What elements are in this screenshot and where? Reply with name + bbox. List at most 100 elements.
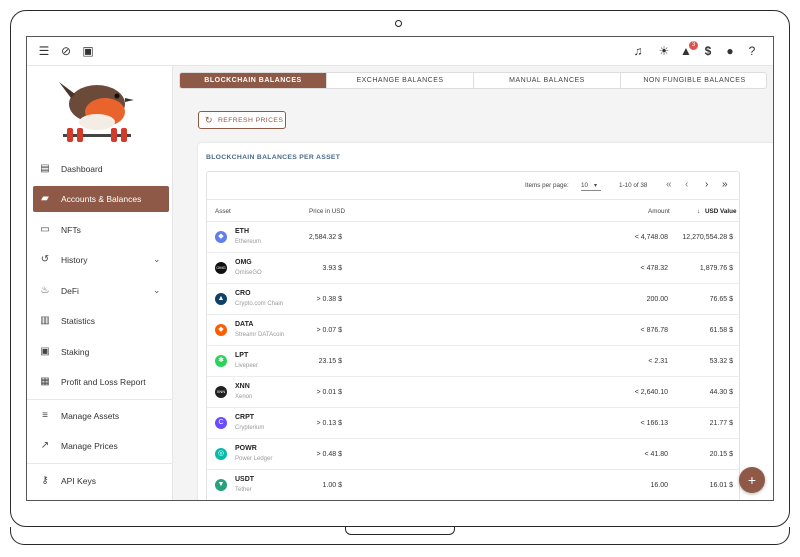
table-header: Asset Price in USD Amount ↓ USD Value (207, 200, 739, 222)
table-row[interactable]: ▼ USDT Tether 1.00 $ 16.00 16.01 $ (207, 470, 739, 500)
tab-manual-balances[interactable]: MANUAL BALANCES (474, 73, 621, 88)
last-page-icon[interactable]: » (722, 179, 728, 190)
balances-table: Items per page: 10 ▾ 1-10 of 38 « ‹ › » … (206, 171, 740, 500)
header-asset[interactable]: Asset (215, 208, 231, 215)
asset-amount: < 4,748.08 (634, 234, 668, 241)
add-account-button[interactable]: + (739, 467, 765, 493)
bar-chart-icon: ▥ (40, 315, 50, 326)
tab-exchange-balances[interactable]: EXCHANGE BALANCES (327, 73, 474, 88)
camera-icon (395, 20, 402, 27)
table-row[interactable]: ◆ ETH Ethereum 2,584.32 $ < 4,748.08 12,270,5… (207, 222, 739, 253)
previous-page-icon[interactable]: ‹ (685, 179, 688, 190)
asset-symbol: CRPT (235, 414, 255, 421)
card-title: BLOCKCHAIN BALANCES PER ASSET (206, 154, 341, 161)
refresh-icon: ↻ (205, 115, 213, 125)
asset-symbol: XNN (235, 383, 250, 390)
items-per-page-label: Items per page: (525, 182, 569, 189)
link-off-icon[interactable]: ⊘ (59, 44, 73, 58)
asset-usd-value: 20.15 $ (709, 451, 733, 458)
sort-arrow-icon[interactable]: ↓ (697, 208, 700, 215)
balances-card: BLOCKCHAIN BALANCES PER ASSET Items per … (198, 143, 773, 500)
asset-logo-icon: ◆ (215, 231, 227, 243)
asset-amount: < 2.31 (648, 358, 668, 365)
sidebar-item-defi[interactable]: ♨ DeFi ⌄ (33, 278, 169, 304)
asset-price: > 0.38 $ (316, 296, 343, 303)
history-icon: ↺ (40, 254, 50, 265)
asset-usd-value: 61.58 $ (709, 327, 733, 334)
header-price[interactable]: Price in USD (309, 208, 345, 215)
table-row[interactable]: ◆ DATA Streamr DATAcoin > 0.07 $ < 876.78 61.… (207, 315, 739, 346)
asset-name: Ethereum (235, 239, 262, 245)
asset-price: > 0.07 $ (316, 327, 343, 334)
account-icon[interactable]: ● (723, 44, 737, 58)
asset-name: Tether (235, 487, 252, 493)
sidebar-item-history[interactable]: ↺ History ⌄ (33, 247, 169, 273)
asset-price: 23.15 $ (318, 358, 342, 365)
table-row[interactable]: C CRPT Crypterium > 0.13 $ < 166.13 21.77 $ (207, 408, 739, 439)
asset-symbol: OMG (235, 259, 252, 266)
sidebar-item-staking[interactable]: ▣ Staking (33, 339, 169, 365)
tab-blockchain-balances[interactable]: BLOCKCHAIN BALANCES (180, 73, 327, 88)
sidebar-item-dashboard[interactable]: ▤ Dashboard (33, 156, 169, 182)
briefcase-icon: ▰ (41, 193, 49, 204)
asset-symbol: DATA (235, 321, 254, 328)
asset-amount: 16.00 (650, 482, 668, 489)
page-range: 1-10 of 38 (619, 182, 648, 189)
sidebar-item-statistics[interactable]: ▥ Statistics (33, 308, 169, 334)
sidebar-item-accounts-balances[interactable]: ▰ Accounts & Balances (33, 186, 169, 212)
items-per-page-select[interactable]: 10 (581, 182, 601, 191)
dashboard-icon: ▤ (40, 163, 50, 174)
asset-logo-icon: ▲ (215, 293, 227, 305)
asset-symbol: POWR (235, 445, 257, 452)
staking-icon: ▣ (40, 346, 50, 357)
sidebar-item-nfts[interactable]: ▭ NFTs (33, 217, 169, 243)
sidebar-item-manage-assets[interactable]: ≡ Manage Assets (33, 403, 169, 429)
sidebar-item-profit-loss-report[interactable]: ▦ Profit and Loss Report (33, 369, 169, 395)
asset-logo-icon: XNN (215, 386, 227, 398)
asset-symbol: ETH (235, 228, 249, 235)
chevron-down-icon[interactable]: ⌄ (153, 254, 161, 265)
menu-icon[interactable]: ☰ (37, 44, 51, 58)
table-row[interactable]: ◎ POWR Power Ledger > 0.48 $ < 41.80 20.15 $ (207, 439, 739, 470)
asset-price: 2,584.32 $ (308, 234, 342, 241)
balance-tabs: BLOCKCHAIN BALANCES EXCHANGE BALANCES MA… (179, 72, 767, 89)
asset-price: > 0.13 $ (316, 420, 343, 427)
select-arrow-icon[interactable]: ▾ (594, 182, 597, 189)
dollar-icon[interactable]: $ (701, 44, 715, 58)
tab-non-fungible-balances[interactable]: NON FUNGIBLE BALANCES (621, 73, 766, 88)
table-row[interactable]: XNN XNN Xenon > 0.01 $ < 2,640.10 44.30 $ (207, 377, 739, 408)
table-row[interactable]: OMG OMG OmiseGO 3.93 $ < 478.32 1,879.76 $ (207, 253, 739, 284)
refresh-prices-button[interactable]: ↻ REFRESH PRICES (198, 111, 286, 129)
next-page-icon[interactable]: › (705, 179, 708, 190)
first-page-icon[interactable]: « (666, 179, 672, 190)
asset-usd-value: 21.77 $ (709, 420, 733, 427)
sidebar-divider (27, 463, 173, 464)
asset-price: 1.00 $ (322, 482, 342, 489)
asset-logo-icon: C (215, 417, 227, 429)
asset-price: > 0.01 $ (316, 389, 343, 396)
header-usd-value[interactable]: USD Value (705, 208, 737, 215)
key-icon: ⚷ (41, 475, 49, 486)
asset-symbol: USDT (235, 476, 255, 483)
sidebar-divider (27, 399, 173, 400)
chevron-down-icon[interactable]: ⌄ (153, 285, 161, 296)
asset-usd-value: 53.32 $ (709, 358, 733, 365)
header-amount[interactable]: Amount (648, 208, 670, 215)
asset-amount: < 2,640.10 (634, 389, 668, 396)
asset-logo-icon: OMG (215, 262, 227, 274)
asset-symbol: LPT (235, 352, 249, 359)
music-note-icon[interactable]: ♫ (631, 44, 645, 58)
asset-amount: < 41.80 (644, 451, 668, 458)
sun-icon[interactable]: ☀ (657, 44, 671, 58)
asset-logo-icon: ▼ (215, 479, 227, 491)
sidebar-item-api-keys[interactable]: ⚷ API Keys (33, 468, 169, 494)
asset-usd-value: 44.30 $ (709, 389, 733, 396)
table-row[interactable]: ▲ CRO Crypto.com Chain > 0.38 $200.00 76.65 … (207, 284, 739, 315)
asset-usd-value: 12,270,554.28 $ (682, 234, 733, 241)
help-icon[interactable]: ? (745, 44, 759, 58)
table-row[interactable]: ✱ LPT Livepeer 23.15 $ < 2.31 53.32 $ (207, 346, 739, 377)
asset-logo-icon: ✱ (215, 355, 227, 367)
sidebar-item-manage-prices[interactable]: ↗ Manage Prices (33, 433, 169, 459)
save-icon[interactable]: ▣ (81, 44, 95, 58)
asset-amount: < 478.32 (640, 265, 668, 272)
